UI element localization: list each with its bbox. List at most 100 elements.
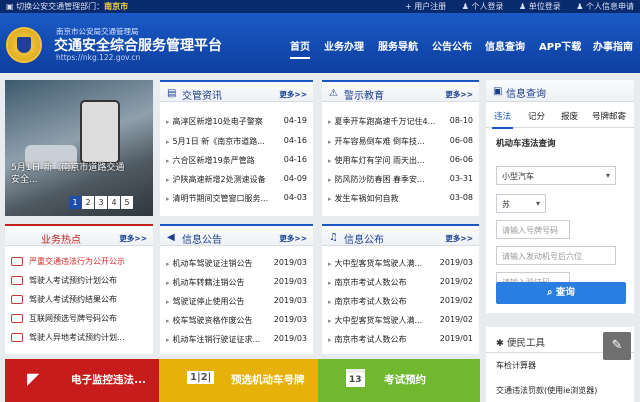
list-item[interactable]: 大中型客货车驾驶人满...2019/03 bbox=[328, 257, 473, 270]
announcement-icon bbox=[11, 257, 23, 266]
nav-info-query[interactable]: 信息查询 bbox=[485, 38, 525, 53]
engine-number-input[interactable]: 请输入发动机号后六位 bbox=[496, 246, 616, 265]
list-item[interactable]: 机动车转籍注销公告2019/03 bbox=[166, 276, 307, 289]
search-icon: ⌕ bbox=[547, 287, 556, 298]
info-query-panel: ▣ 信息查询 违法 记分 报废 号牌邮寄 机动车违法查询 小型汽车 苏 请输入号… bbox=[486, 80, 634, 313]
list-item[interactable]: 六合区新增19条严管路04-16 bbox=[166, 154, 307, 167]
personal-login-link[interactable]: ♟ 个人登录 bbox=[462, 2, 504, 11]
bottom-label: 预选机动车号牌 bbox=[231, 374, 305, 386]
edit-icon[interactable]: ✎ bbox=[603, 332, 631, 360]
bell-icon: ♫ bbox=[329, 232, 338, 243]
news-icon: ▤ bbox=[167, 88, 177, 99]
list-item[interactable]: 驾驶证停止使用公告2019/03 bbox=[166, 295, 307, 308]
vehicle-type-select[interactable]: 小型汽车 bbox=[496, 166, 616, 185]
more-link[interactable]: 更多>> bbox=[445, 233, 473, 244]
list-item[interactable]: 互联网预选号牌号码公布 bbox=[11, 312, 147, 325]
site-header: 南京市公安局交通管理局 交通安全综合服务管理平台 https://nkg.122… bbox=[0, 13, 640, 73]
personal-apply-link[interactable]: ♟ 个人信息申请 bbox=[576, 2, 634, 11]
list-item[interactable]: 夏季开车跑高速千万记住4...08-10 bbox=[328, 115, 473, 128]
list-item[interactable]: 5月1日 新《南京市道路...04-16 bbox=[166, 135, 307, 148]
nav-business[interactable]: 业务办理 bbox=[324, 38, 364, 53]
info-notice-panel: ◀ 信息公告 更多>> 机动车驾驶证注销公告2019/03 机动车转籍注销公告2… bbox=[160, 224, 313, 354]
lock-icon: ▣ bbox=[493, 86, 503, 97]
query-button-label: 查询 bbox=[555, 287, 575, 298]
register-link[interactable]: + 用户注册 bbox=[405, 2, 446, 11]
nav-announcement[interactable]: 公告公布 bbox=[432, 38, 472, 53]
news-slider[interactable]: 5月1日 新《南京市道路交通安全... 12345 bbox=[5, 80, 153, 216]
list-item[interactable]: 南京市考试人数公布2019/02 bbox=[328, 276, 473, 289]
list-item[interactable]: 高淳区新增10处电子警察04-19 bbox=[166, 115, 307, 128]
list-item[interactable]: 防风防沙防春困 春季安...03-31 bbox=[328, 173, 473, 186]
list-item[interactable]: 机动车驾驶证注销公告2019/03 bbox=[166, 257, 307, 270]
slide-page[interactable]: 1 bbox=[69, 196, 81, 209]
car-icon bbox=[11, 276, 23, 285]
warning-icon: ⚠ bbox=[329, 88, 338, 99]
police-emblem-icon bbox=[6, 27, 42, 63]
site-title[interactable]: 交通安全综合服务管理平台 bbox=[54, 35, 222, 55]
tab-violation[interactable]: 违法 bbox=[491, 110, 514, 129]
nav-guide[interactable]: 办事指南 bbox=[593, 38, 633, 53]
panel-title: 交管资讯 bbox=[182, 91, 222, 102]
license-plate-icon bbox=[11, 314, 23, 323]
more-link[interactable]: 更多>> bbox=[445, 89, 473, 100]
list-item[interactable]: 大中型客货车驾驶人满...2019/02 bbox=[328, 314, 473, 327]
department-switch[interactable]: ▣ 切换公安交通管理部门：南京市 bbox=[6, 1, 128, 12]
nav-home[interactable]: 首页 bbox=[290, 38, 310, 59]
car-inspection-calculator-link[interactable]: 车检计算器 bbox=[496, 360, 536, 371]
list-item[interactable]: 沪陕高速新增2处测速设备04-09 bbox=[166, 173, 307, 186]
tab-scrap[interactable]: 报废 bbox=[561, 110, 578, 122]
tools-title: ✱ 便民工具 bbox=[496, 338, 545, 349]
camera-violation-button[interactable]: ◤ 电子监控违法... bbox=[5, 359, 159, 402]
nav-service[interactable]: 服务导航 bbox=[378, 38, 418, 53]
query-button[interactable]: ⌕ 查询 bbox=[496, 282, 626, 304]
slide-page[interactable]: 4 bbox=[108, 196, 120, 209]
slide-caption[interactable]: 5月1日 新《南京市道路交通安全... bbox=[11, 162, 127, 186]
query-subtitle: 机动车违法查询 bbox=[496, 139, 556, 149]
calendar-icon: 13 bbox=[346, 369, 365, 387]
more-link[interactable]: 更多>> bbox=[119, 233, 147, 244]
car-icon bbox=[11, 333, 23, 342]
slide-page[interactable]: 5 bbox=[121, 196, 133, 209]
list-item[interactable]: 南京市考试人数公布2019/02 bbox=[328, 295, 473, 308]
megaphone-icon: ◀ bbox=[167, 232, 175, 243]
business-hotspot-panel: 业务热点 更多>> 严重交通违法行为公开公示 驾驶人考试预约计划公布 驾驶人考试… bbox=[5, 224, 153, 354]
exam-booking-button[interactable]: 13 考试预约 bbox=[318, 359, 480, 402]
list-item[interactable]: 驾驶人考试预约计划公布 bbox=[11, 274, 147, 287]
more-link[interactable]: 更多>> bbox=[279, 233, 307, 244]
list-item[interactable]: 驾驶人考试预约结果公布 bbox=[11, 293, 147, 306]
panel-title: 业务热点 bbox=[41, 235, 81, 246]
nav-app-download[interactable]: APP下载 bbox=[539, 38, 581, 53]
tab-plate-mail[interactable]: 号牌邮寄 bbox=[592, 110, 626, 122]
list-item[interactable]: 严重交通违法行为公开公示 bbox=[11, 255, 147, 268]
top-bar: ▣ 切换公安交通管理部门：南京市 + 用户注册 ♟ 个人登录 ♟ 单位登录 ♟ … bbox=[0, 0, 640, 13]
fine-payment-link[interactable]: 交通违法罚款(使用ie浏览器) bbox=[496, 385, 597, 396]
slide-page[interactable]: 2 bbox=[82, 196, 94, 209]
list-item[interactable]: 机动车注销行驶证征求...2019/03 bbox=[166, 333, 307, 346]
panel-title: 信息公告 bbox=[182, 235, 222, 246]
info-publish-panel: ♫ 信息公布 更多>> 大中型客货车驾驶人满...2019/03 南京市考试人数… bbox=[322, 224, 479, 354]
list-item[interactable]: 南京市考试人数公布2019/01 bbox=[328, 333, 473, 346]
traffic-news-panel: ▤ 交管资讯 更多>> 高淳区新增10处电子警察04-19 5月1日 新《南京市… bbox=[160, 80, 313, 216]
preselect-plate-button[interactable]: 1|2| 预选机动车号牌 bbox=[159, 359, 318, 402]
list-item[interactable]: 发生车祸如何自救03-08 bbox=[328, 192, 473, 205]
switch-label: 切换公安交通管理部门： bbox=[16, 2, 105, 11]
unit-login-link[interactable]: ♟ 单位登录 bbox=[519, 2, 561, 11]
slide-page[interactable]: 3 bbox=[95, 196, 107, 209]
tab-points[interactable]: 记分 bbox=[528, 110, 545, 122]
city-selector[interactable]: 南京市 bbox=[104, 2, 128, 11]
more-link[interactable]: 更多>> bbox=[279, 89, 307, 100]
panel-title: 信息查询 bbox=[506, 89, 546, 100]
province-select[interactable]: 苏 bbox=[496, 194, 546, 213]
list-item[interactable]: 驾驶人异地考试预约计划... bbox=[11, 331, 147, 344]
asterisk-icon: ✱ bbox=[496, 338, 507, 349]
list-item[interactable]: 开车容易倒车难 倒车技...06-08 bbox=[328, 135, 473, 148]
site-url: https://nkg.122.gov.cn bbox=[56, 53, 141, 62]
document-icon bbox=[11, 295, 23, 304]
list-item[interactable]: 使用车灯有学问 雨天出...06-06 bbox=[328, 154, 473, 167]
main-nav: 首页 业务办理 服务导航 公告公布 信息查询 APP下载 办事指南 bbox=[284, 38, 640, 59]
plate-number-input[interactable]: 请输入号牌号码 bbox=[496, 220, 570, 239]
list-item[interactable]: 校车驾驶资格作废公告2019/03 bbox=[166, 314, 307, 327]
switch-icon: ▣ bbox=[6, 2, 17, 11]
panel-title: 警示教育 bbox=[344, 91, 384, 102]
list-item[interactable]: 清明节期间交管窗口服务...04-03 bbox=[166, 192, 307, 205]
